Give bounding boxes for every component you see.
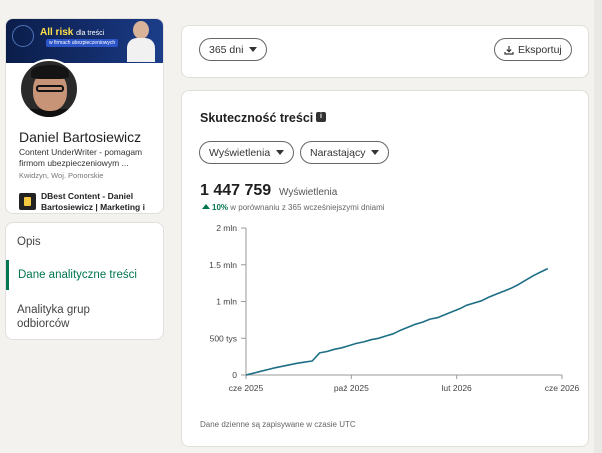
- y-tick-label: 2 mln: [216, 223, 237, 233]
- chevron-down-icon: [276, 150, 285, 155]
- profile-name[interactable]: Daniel Bartosiewicz: [19, 129, 141, 145]
- page-edge: [594, 0, 602, 453]
- chevron-down-icon: [249, 47, 258, 52]
- y-tick-label: 0: [232, 370, 237, 380]
- content-performance-card: Skuteczność treści i Wyświetlenia Narast…: [181, 90, 589, 447]
- y-tick-label: 1.5 mln: [209, 260, 237, 270]
- avatar[interactable]: [19, 59, 79, 119]
- trend-text: w porównaniu z 365 wcześniejszymi dniami: [230, 203, 385, 212]
- nav-item-opis[interactable]: Opis: [6, 236, 163, 248]
- analytics-nav: Opis Dane analityczne treści Analityka g…: [5, 222, 164, 340]
- export-button[interactable]: Eksportuj: [494, 38, 572, 61]
- nav-item-audience-analytics[interactable]: Analityka grup odbiorców: [6, 303, 136, 331]
- metric-label: Wyświetlenia: [209, 146, 271, 159]
- period-label: 365 dni: [209, 43, 244, 56]
- banner-subtitle: w firmach ubezpieczeniowych: [46, 39, 119, 47]
- chevron-down-icon: [371, 150, 380, 155]
- trend-indicator: 10% w porównaniu z 365 wcześniejszymi dn…: [202, 203, 385, 212]
- views-line-chart: 0 500 tys 1 mln 1.5 mln 2 mln cze 2025 paź 202…: [209, 223, 580, 393]
- nav-item-content-analytics[interactable]: Dane analityczne treści: [6, 260, 163, 290]
- trend-up-icon: [202, 204, 210, 209]
- toolbar-card: 365 dni Eksportuj: [181, 25, 589, 78]
- x-tick-label: paź 2025: [334, 383, 369, 393]
- company-logo: [19, 193, 36, 210]
- y-tick-label: 500 tys: [210, 333, 237, 343]
- download-icon: [504, 45, 514, 55]
- banner-title: All risk dla treści: [40, 27, 105, 38]
- banner-person-image: [127, 21, 155, 62]
- mode-label: Narastający: [310, 146, 366, 159]
- x-tick-label: lut 2026: [442, 383, 473, 393]
- info-icon[interactable]: i: [316, 112, 326, 122]
- profile-location: Kwidzyn, Woj. Pomorskie: [19, 171, 104, 180]
- profile-headline: Content UnderWriter - pomagam firmom ube…: [19, 147, 143, 168]
- profile-banner: All risk dla treści w firmach ubezpiecze…: [6, 19, 163, 63]
- period-dropdown[interactable]: 365 dni: [199, 38, 268, 61]
- metric-dropdown[interactable]: Wyświetlenia: [199, 141, 295, 164]
- profile-card: All risk dla treści w firmach ubezpiecze…: [5, 18, 164, 214]
- mode-dropdown[interactable]: Narastający: [300, 141, 390, 164]
- x-tick-label: cze 2025: [229, 383, 264, 393]
- x-tick-label: cze 2026: [545, 383, 580, 393]
- banner-decoration: [12, 25, 34, 47]
- export-label: Eksportuj: [518, 43, 562, 56]
- total-views-value: 1 447 759: [200, 182, 272, 199]
- y-tick-label: 1 mln: [216, 297, 237, 307]
- total-views-unit: Wyświetlenia: [279, 187, 338, 198]
- company-name[interactable]: DBest Content - Daniel Bartosiewicz | Ma…: [41, 191, 161, 213]
- footnote: Dane dzienne są zapisywane w czasie UTC: [200, 420, 356, 429]
- trend-percent: 10%: [212, 203, 229, 212]
- views-series-line: [245, 267, 549, 376]
- section-title: Skuteczność treści: [200, 111, 314, 125]
